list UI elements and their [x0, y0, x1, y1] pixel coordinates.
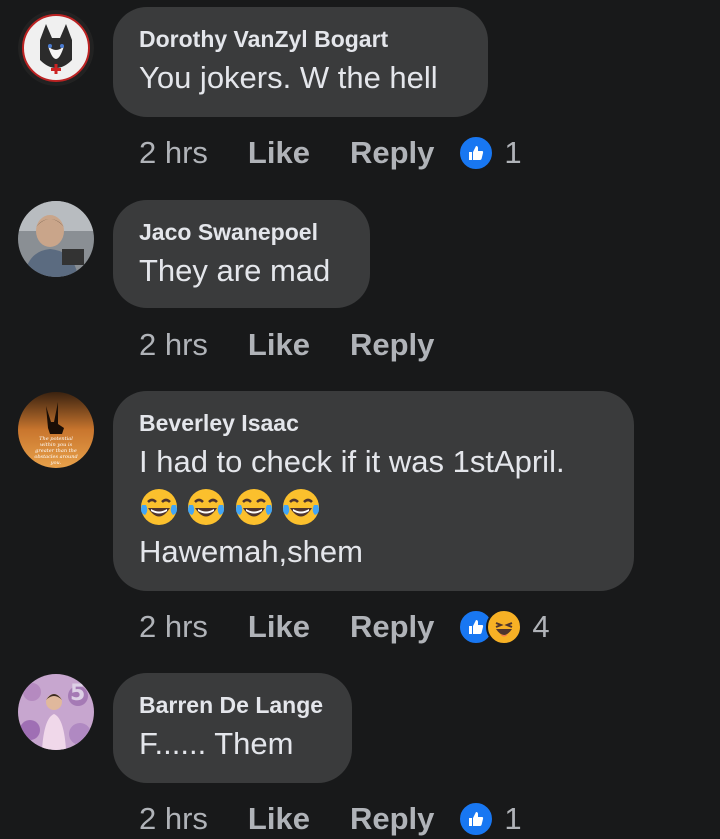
comment-author[interactable]: Beverley Isaac — [139, 409, 608, 437]
face-with-tears-of-joy-icon — [234, 487, 274, 527]
comment-text: I had to check if it was 1stApril. — [139, 444, 565, 479]
svg-text:you.: you. — [50, 460, 62, 466]
comment-timestamp[interactable]: 2 hrs — [139, 135, 208, 171]
reaction-summary[interactable]: 1 — [458, 801, 522, 837]
haha-icon — [486, 609, 523, 645]
comment-text: They are mad — [139, 253, 331, 288]
comment-bubble: Beverley Isaac I had to check if it was … — [113, 391, 634, 591]
reaction-count: 1 — [504, 801, 522, 836]
reply-button[interactable]: Reply — [350, 801, 434, 837]
comment-actions: 2 hrs Like Reply 1 — [139, 799, 522, 839]
comment-timestamp[interactable]: 2 hrs — [139, 609, 208, 645]
avatar[interactable] — [18, 201, 94, 277]
comment-actions: 2 hrs Like Reply 4 — [139, 607, 550, 647]
reaction-summary[interactable]: 4 — [458, 609, 550, 645]
avatar[interactable]: The potential within you is greater than… — [18, 392, 94, 468]
thumbs-up-icon — [458, 135, 495, 171]
comment-actions: 2 hrs Like Reply 1 — [139, 133, 522, 173]
comment-actions: 2 hrs Like Reply — [139, 325, 434, 365]
reaction-count: 4 — [532, 609, 550, 644]
comment-text: F...... Them — [139, 726, 294, 761]
reply-button[interactable]: Reply — [350, 327, 434, 363]
emoji-row — [139, 487, 608, 531]
face-with-tears-of-joy-icon — [281, 487, 321, 527]
face-with-tears-of-joy-icon — [139, 487, 179, 527]
reply-button[interactable]: Reply — [350, 609, 434, 645]
comment-author[interactable]: Barren De Lange — [139, 691, 326, 719]
comment-author[interactable]: Dorothy VanZyl Bogart — [139, 25, 462, 53]
like-button[interactable]: Like — [248, 801, 310, 837]
reaction-count: 1 — [504, 135, 522, 170]
comment-author[interactable]: Jaco Swanepoel — [139, 218, 344, 246]
thumbs-up-icon — [458, 801, 495, 837]
reply-button[interactable]: Reply — [350, 135, 434, 171]
comment-text: Hawemah,shem — [139, 534, 363, 569]
like-button[interactable]: Like — [248, 609, 310, 645]
reaction-summary[interactable]: 1 — [458, 135, 522, 171]
comment-bubble: Jaco Swanepoel They are mad — [113, 200, 370, 308]
comment-timestamp[interactable]: 2 hrs — [139, 801, 208, 837]
comment-bubble: Barren De Lange F...... Them — [113, 673, 352, 783]
svg-text:5: 5 — [70, 681, 85, 706]
face-with-tears-of-joy-icon — [186, 487, 226, 527]
comment-timestamp[interactable]: 2 hrs — [139, 327, 208, 363]
like-button[interactable]: Like — [248, 327, 310, 363]
comment-bubble: Dorothy VanZyl Bogart You jokers. W the … — [113, 7, 488, 117]
avatar[interactable] — [18, 10, 94, 86]
like-button[interactable]: Like — [248, 135, 310, 171]
comment-text: You jokers. W the hell — [139, 60, 438, 95]
avatar[interactable]: 5 — [18, 674, 94, 750]
